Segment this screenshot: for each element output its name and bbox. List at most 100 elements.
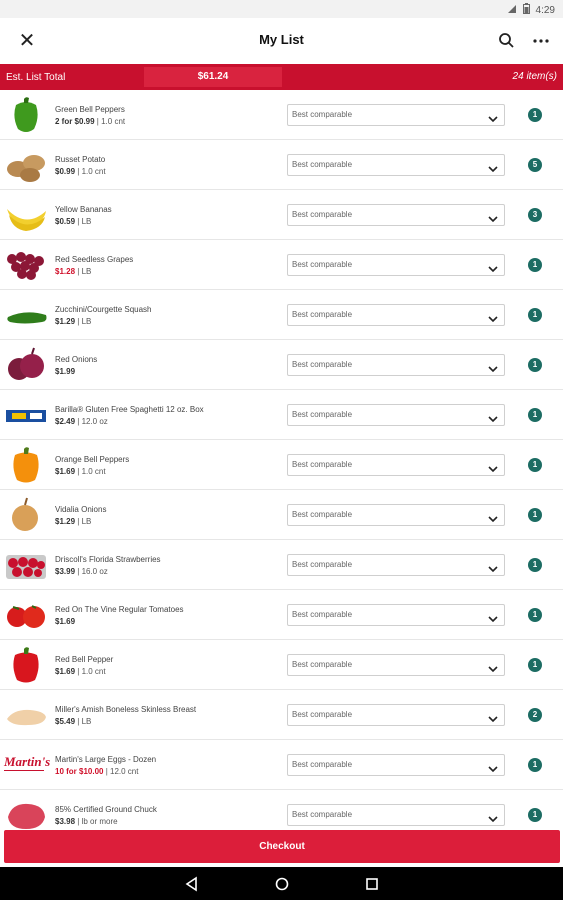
chevron-down-icon xyxy=(488,761,498,773)
item-count: 24 item(s) xyxy=(512,71,557,82)
quantity-badge[interactable]: 5 xyxy=(528,158,542,172)
substitution-select[interactable]: Best comparable xyxy=(287,754,505,776)
onion-icon xyxy=(4,495,48,535)
substitution-value: Best comparable xyxy=(292,110,353,119)
substitution-select[interactable]: Best comparable xyxy=(287,654,505,676)
quantity-badge[interactable]: 1 xyxy=(528,108,542,122)
chicken-icon xyxy=(4,695,48,735)
status-bar: 4:29 xyxy=(0,0,563,18)
system-nav-bar xyxy=(0,867,563,900)
item-unit: 1.0 cnt xyxy=(81,167,106,176)
quantity-badge[interactable]: 1 xyxy=(528,608,542,622)
substitution-select[interactable]: Best comparable xyxy=(287,454,505,476)
substitution-value: Best comparable xyxy=(292,760,353,769)
substitution-select[interactable]: Best comparable xyxy=(287,404,505,426)
item-price: $1.99 xyxy=(55,367,76,376)
substitution-select[interactable]: Best comparable xyxy=(287,204,505,226)
logo-text: Martin's xyxy=(4,754,51,769)
substitution-select[interactable]: Best comparable xyxy=(287,254,505,276)
item-name: 85% Certified Ground Chuck xyxy=(55,805,157,814)
list-item[interactable]: Martin's Martin's Large Eggs - Dozen 10 fo… xyxy=(0,740,563,790)
item-price-line: $1.29 | LB xyxy=(55,317,91,326)
item-unit: LB xyxy=(81,267,92,276)
substitution-value: Best comparable xyxy=(292,560,353,569)
list-item[interactable]: Miller's Amish Boneless Skinless Breast $… xyxy=(0,690,563,740)
substitution-select[interactable]: Best comparable xyxy=(287,554,505,576)
shopping-list: Green Bell Peppers 2 for $0.99 | 1.0 cnt B… xyxy=(0,90,563,830)
item-price: $1.69 xyxy=(55,617,76,626)
list-item[interactable]: Red On The Vine Regular Tomatoes $1.69 Bes… xyxy=(0,590,563,640)
quantity-badge[interactable]: 1 xyxy=(528,558,542,572)
tomatoes-icon xyxy=(4,595,48,635)
list-item[interactable]: Zucchini/Courgette Squash $1.29 | LB Best … xyxy=(0,290,563,340)
item-unit: LB xyxy=(81,217,92,226)
back-icon[interactable] xyxy=(183,875,201,893)
list-item[interactable]: Russet Potato $0.99 | 1.0 cnt Best compara… xyxy=(0,140,563,190)
quantity-badge[interactable]: 1 xyxy=(528,508,542,522)
list-item[interactable]: Red Bell Pepper $1.69 | 1.0 cnt Best compa… xyxy=(0,640,563,690)
substitution-select[interactable]: Best comparable xyxy=(287,704,505,726)
chevron-down-icon xyxy=(488,711,498,723)
substitution-select[interactable]: Best comparable xyxy=(287,104,505,126)
substitution-value: Best comparable xyxy=(292,260,353,269)
total-label: Est. List Total xyxy=(6,72,66,83)
substitution-select[interactable]: Best comparable xyxy=(287,804,505,826)
quantity-badge[interactable]: 1 xyxy=(528,458,542,472)
quantity-badge[interactable]: 1 xyxy=(528,358,542,372)
checkout-button[interactable]: Checkout xyxy=(4,830,560,863)
item-unit: 1.0 cnt xyxy=(101,117,126,126)
substitution-value: Best comparable xyxy=(292,360,353,369)
list-item[interactable]: Red Onions $1.99 Best comparable 1 xyxy=(0,340,563,390)
list-item[interactable]: Driscoll's Florida Strawberries $3.99 | 1… xyxy=(0,540,563,590)
substitution-select[interactable]: Best comparable xyxy=(287,604,505,626)
item-name: Orange Bell Peppers xyxy=(55,455,130,464)
substitution-select[interactable]: Best comparable xyxy=(287,304,505,326)
quantity-badge[interactable]: 2 xyxy=(528,708,542,722)
item-price: $0.99 xyxy=(55,167,76,176)
item-price-line: $1.28 | LB xyxy=(55,267,91,276)
item-name: Zucchini/Courgette Squash xyxy=(55,305,152,314)
list-item[interactable]: Yellow Bananas $0.59 | LB Best comparable 3 xyxy=(0,190,563,240)
list-item[interactable]: Red Seedless Grapes $1.28 | LB Best compar… xyxy=(0,240,563,290)
substitution-select[interactable]: Best comparable xyxy=(287,154,505,176)
search-icon[interactable] xyxy=(496,30,518,52)
chevron-down-icon xyxy=(488,261,498,273)
item-price: $2.49 xyxy=(55,417,76,426)
quantity-badge[interactable]: 1 xyxy=(528,758,542,772)
chevron-down-icon xyxy=(488,461,498,473)
quantity-badge[interactable]: 1 xyxy=(528,308,542,322)
list-item[interactable]: Vidalia Onions $1.29 | LB Best comparable 1 xyxy=(0,490,563,540)
quantity-badge[interactable]: 1 xyxy=(528,408,542,422)
list-item[interactable]: Green Bell Peppers 2 for $0.99 | 1.0 cnt B… xyxy=(0,90,563,140)
pasta-box-icon xyxy=(4,395,48,435)
list-item[interactable]: Barilla® Gluten Free Spaghetti 12 oz. Bo… xyxy=(0,390,563,440)
list-item[interactable]: 85% Certified Ground Chuck $3.98 | lb or … xyxy=(0,790,563,830)
item-unit: 16.0 oz xyxy=(81,567,108,576)
item-name: Vidalia Onions xyxy=(55,505,107,514)
status-icons: 4:29 xyxy=(507,3,555,17)
substitution-value: Best comparable xyxy=(292,610,353,619)
orange-pepper-icon xyxy=(4,445,48,485)
substitution-select[interactable]: Best comparable xyxy=(287,504,505,526)
substitution-select[interactable]: Best comparable xyxy=(287,354,505,376)
item-price-line: $5.49 | LB xyxy=(55,717,91,726)
item-unit: 1.0 cnt xyxy=(81,467,106,476)
item-name: Martin's Large Eggs - Dozen xyxy=(55,755,157,764)
potato-icon xyxy=(4,145,48,185)
more-vert-icon[interactable] xyxy=(530,30,552,52)
item-price: $1.28 xyxy=(55,267,76,276)
item-name: Red Bell Pepper xyxy=(55,655,114,664)
chevron-down-icon xyxy=(488,661,498,673)
chevron-down-icon xyxy=(488,561,498,573)
quantity-badge[interactable]: 1 xyxy=(528,658,542,672)
quantity-badge[interactable]: 3 xyxy=(528,208,542,222)
quantity-badge[interactable]: 1 xyxy=(528,808,542,822)
chevron-down-icon xyxy=(488,211,498,223)
home-icon[interactable] xyxy=(273,875,291,893)
recents-icon[interactable] xyxy=(363,875,381,893)
item-unit: lb or more xyxy=(81,817,118,826)
quantity-badge[interactable]: 1 xyxy=(528,258,542,272)
chevron-down-icon xyxy=(488,111,498,123)
list-item[interactable]: Orange Bell Peppers $1.69 | 1.0 cnt Best c… xyxy=(0,440,563,490)
substitution-value: Best comparable xyxy=(292,460,353,469)
